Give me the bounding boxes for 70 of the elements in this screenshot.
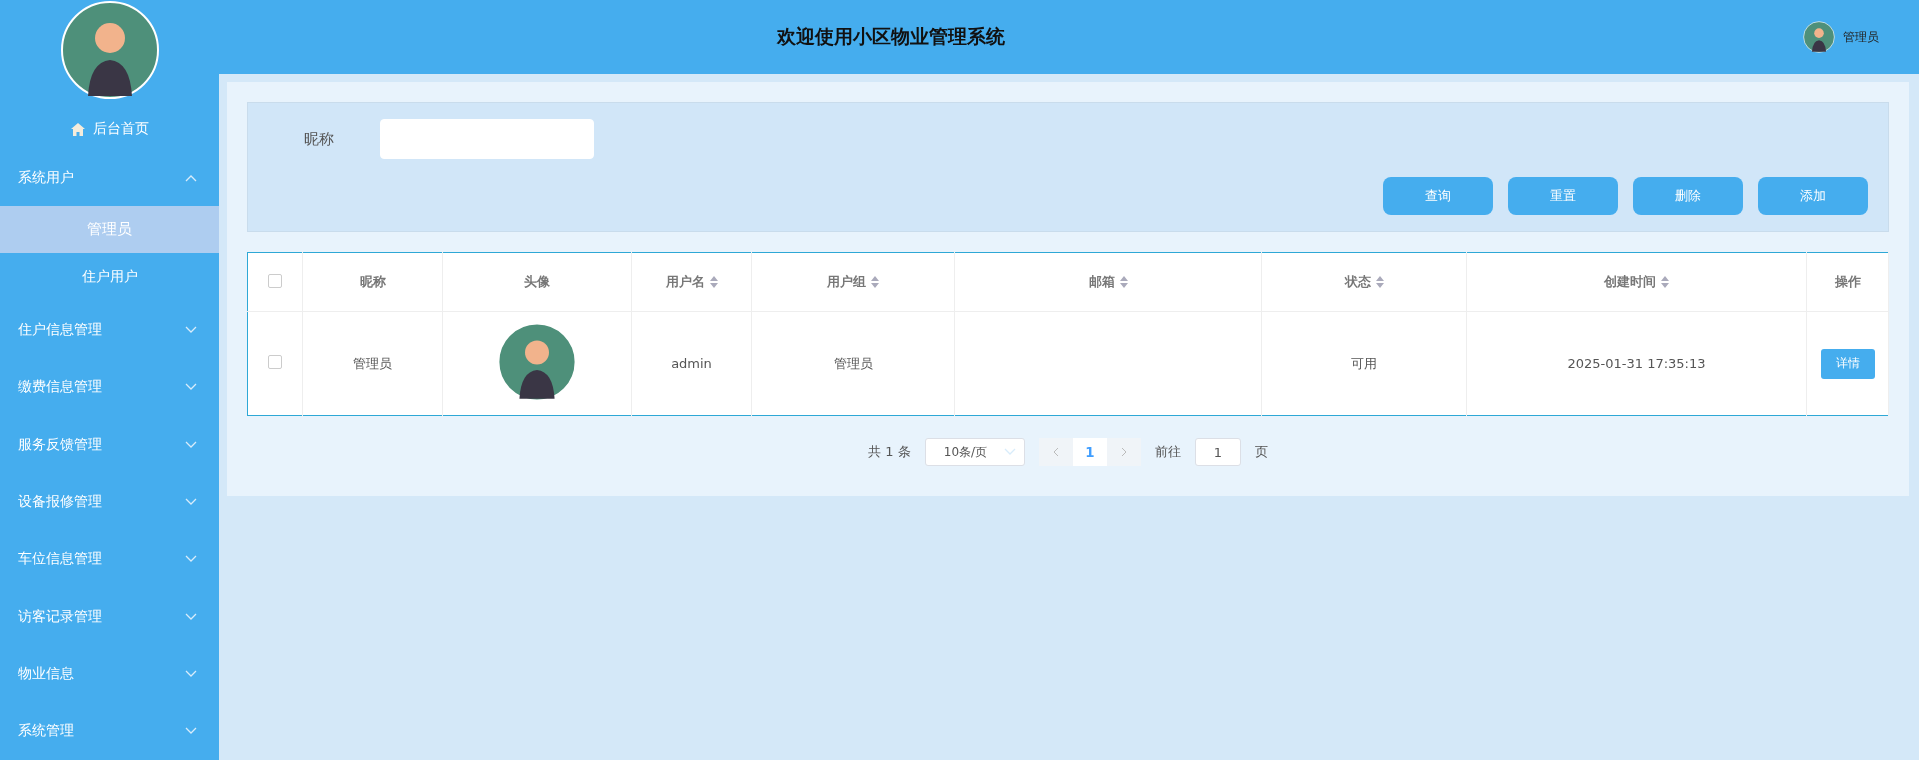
column-header: 创建时间: [1604, 273, 1656, 291]
page-number[interactable]: 1: [1072, 438, 1107, 466]
action-button[interactable]: 查询: [1383, 177, 1493, 215]
goto-page-input[interactable]: 1: [1194, 438, 1241, 466]
table-cell: admin: [671, 356, 712, 371]
user-avatar: [1803, 21, 1835, 53]
sort-icon[interactable]: [1661, 276, 1669, 288]
chevron-down-icon: [185, 497, 197, 506]
sort-icon[interactable]: [871, 276, 879, 288]
chevron-down-icon: [185, 612, 197, 621]
menu-label: 住户信息管理: [18, 320, 102, 339]
column-header: 状态: [1344, 273, 1371, 291]
action-button[interactable]: 添加: [1758, 177, 1868, 215]
chevron-down-icon: [185, 727, 197, 736]
column-header: 邮箱: [1088, 273, 1115, 291]
total-count: 共 1 条: [868, 443, 911, 461]
page-suffix: 页: [1254, 443, 1268, 461]
menu-label: 缴费信息管理: [18, 378, 102, 397]
detail-button[interactable]: 详情: [1820, 348, 1875, 379]
table-cell: 管理员: [833, 355, 873, 371]
chevron-down-icon: [1003, 448, 1016, 456]
home-icon: [70, 122, 85, 136]
chevron-down-icon: [185, 383, 197, 392]
table-cell: 管理员: [353, 355, 392, 371]
home-link[interactable]: 后台首页: [0, 108, 219, 151]
chevron-down-icon: [185, 440, 197, 449]
column-header: 用户名: [665, 273, 705, 291]
menu-label: 物业信息: [18, 664, 74, 683]
menu-label: 车位信息管理: [18, 550, 102, 569]
column-header: 操作: [1834, 273, 1861, 291]
menu-label: 系统用户: [18, 168, 74, 187]
submenu-item[interactable]: 住户用户: [0, 253, 219, 302]
chevron-down-icon: [185, 555, 197, 564]
nickname-input[interactable]: [380, 119, 594, 159]
action-button[interactable]: 删除: [1633, 177, 1743, 215]
menu-label: 设备报修管理: [18, 492, 102, 511]
user-name: 管理员: [1843, 28, 1879, 46]
field-label: 昵称: [304, 129, 334, 149]
chevron-down-icon: [185, 325, 197, 334]
submenu-item[interactable]: 管理员: [0, 205, 219, 254]
page-title: 欢迎使用小区物业管理系统: [775, 24, 1006, 49]
menu-item[interactable]: 访客记录管理: [0, 587, 219, 646]
menu-item[interactable]: 缴费信息管理: [0, 358, 219, 416]
menu-item[interactable]: 设备报修管理: [0, 473, 219, 531]
action-button[interactable]: 重置: [1508, 177, 1618, 215]
menu-item[interactable]: 物业信息: [0, 645, 219, 703]
page-size-select[interactable]: 10条/页: [924, 438, 1025, 466]
menu-item[interactable]: 系统管理: [0, 702, 219, 760]
menu-item[interactable]: 住户信息管理: [0, 301, 219, 359]
column-header: 用户组: [827, 273, 866, 291]
menu-label: 访客记录管理: [18, 607, 102, 626]
sort-icon[interactable]: [1375, 276, 1384, 288]
chevron-up-icon: [185, 173, 197, 182]
chevron-down-icon: [185, 669, 197, 678]
sort-icon[interactable]: [709, 276, 718, 288]
table-cell: 可用: [1351, 355, 1377, 371]
menu-label: 服务反馈管理: [18, 435, 102, 454]
sort-icon[interactable]: [1119, 276, 1128, 288]
menu-item[interactable]: 车位信息管理: [0, 530, 219, 588]
chevron-left-icon: [1052, 447, 1059, 457]
column-header: 昵称: [359, 273, 386, 291]
menu-item[interactable]: 服务反馈管理: [0, 415, 219, 474]
column-header: 头像: [524, 273, 550, 291]
menu-item[interactable]: 系统用户: [0, 150, 219, 206]
checkbox[interactable]: [268, 355, 282, 369]
menu-label: 系统管理: [18, 722, 74, 741]
checkbox[interactable]: [268, 273, 282, 288]
goto-label: 前往: [1154, 443, 1181, 461]
chevron-right-icon: [1120, 447, 1127, 457]
table-cell: 2025-01-31 17:35:13: [1567, 356, 1706, 371]
